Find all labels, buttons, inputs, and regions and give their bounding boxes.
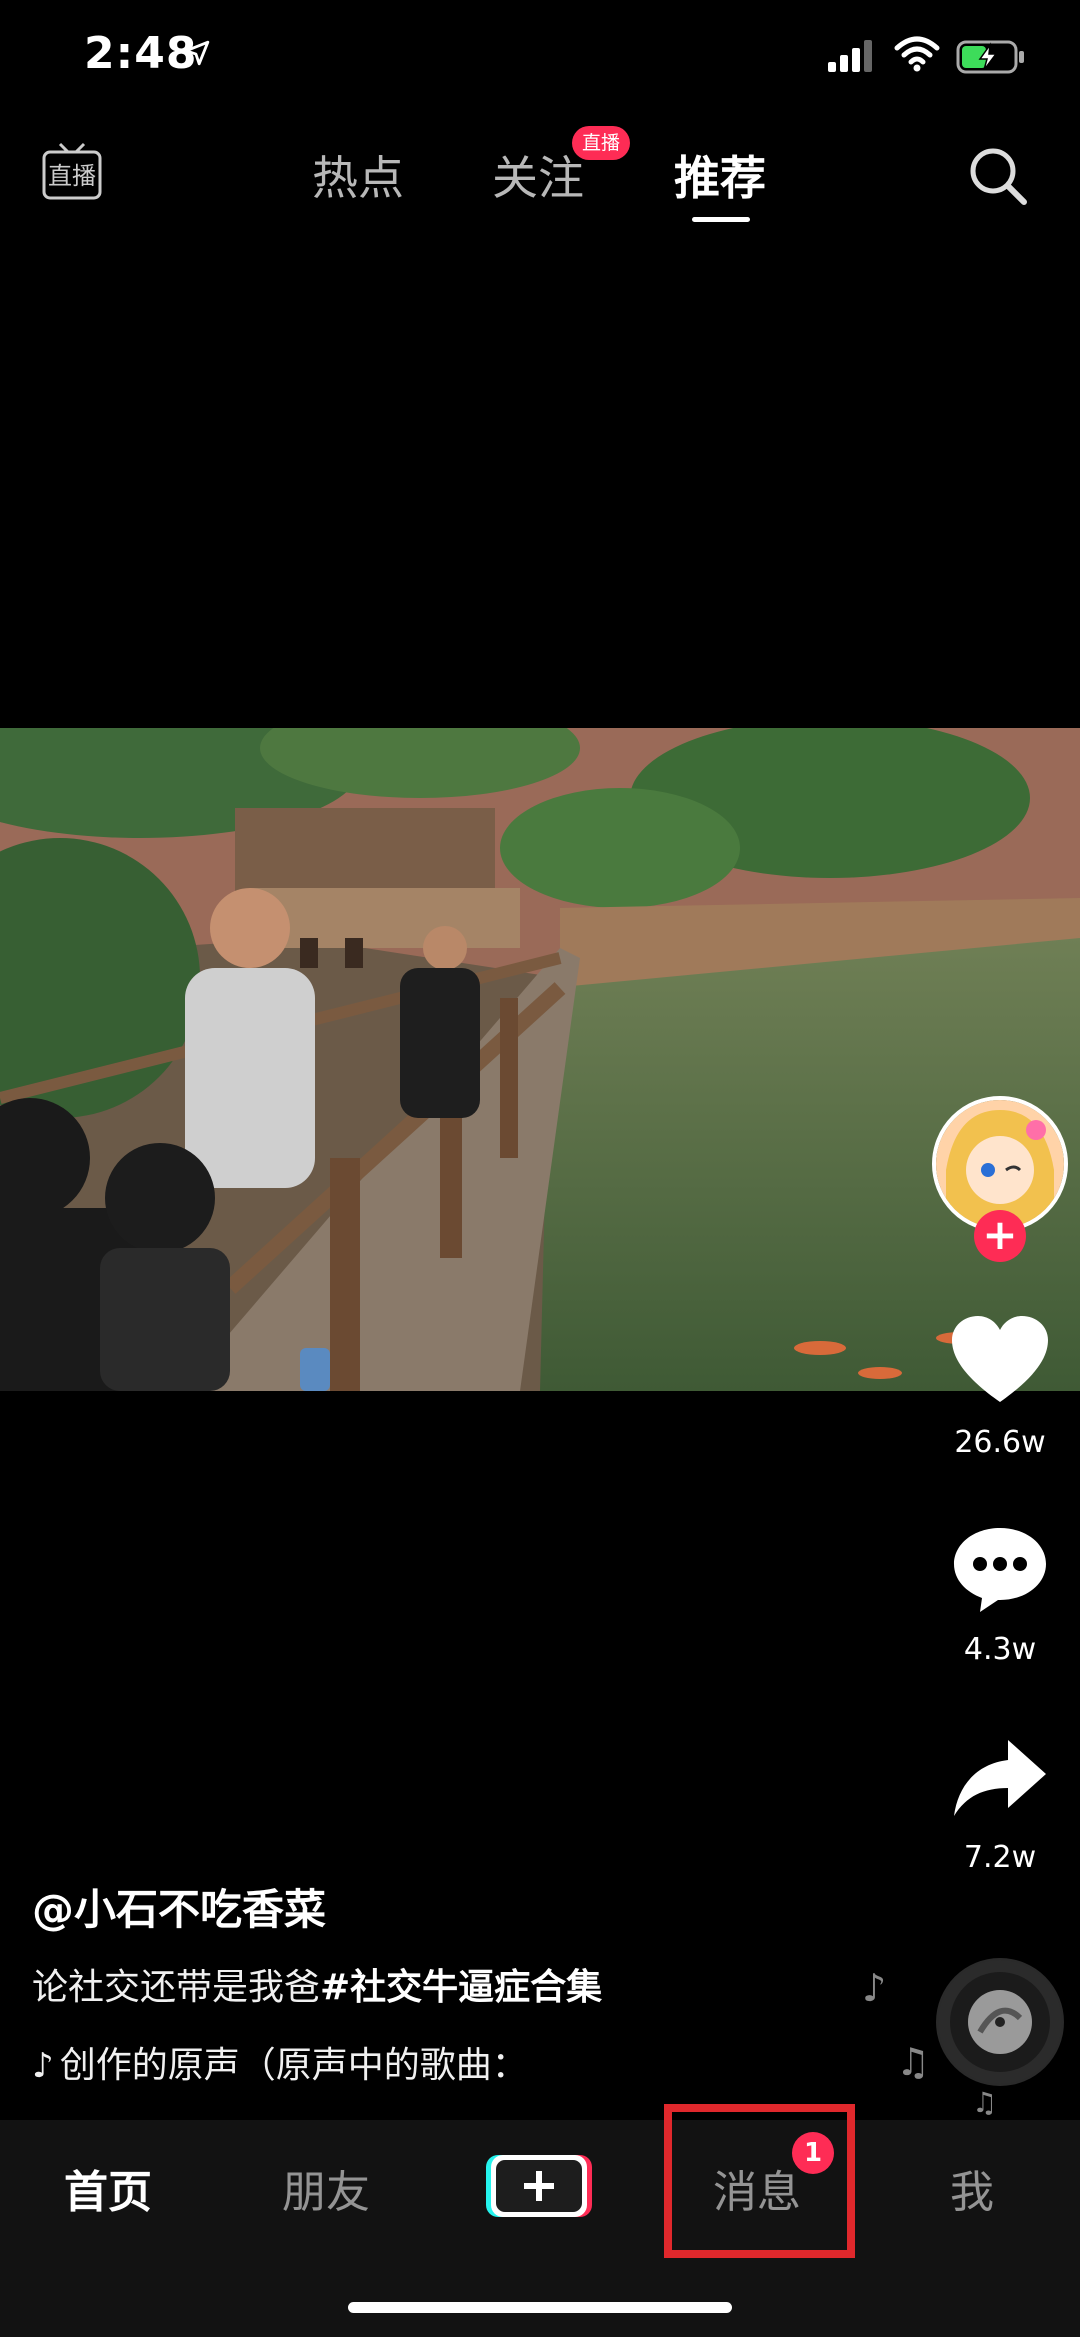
- live-entry-label: 直播: [48, 162, 96, 190]
- comment-icon[interactable]: [950, 1524, 1050, 1614]
- avatar-image: [936, 1100, 1064, 1228]
- music-note-icon: ♫: [972, 2086, 998, 2119]
- music-disc-button[interactable]: [936, 1958, 1064, 2086]
- video-frame-image: [0, 728, 1080, 1391]
- tab-recommend[interactable]: 推荐: [674, 142, 766, 208]
- video-player[interactable]: [0, 728, 1080, 1391]
- follow-author-button[interactable]: +: [974, 1210, 1026, 1262]
- music-note-icon: ♫: [896, 2040, 931, 2084]
- music-title: 创作的原声（原声中的歌曲：: [59, 2045, 528, 2086]
- wifi-icon: [894, 36, 940, 72]
- location-arrow-icon: [184, 40, 210, 66]
- vinyl-disc-icon: [938, 1960, 1062, 2084]
- like-count: 26.6w: [954, 1425, 1046, 1460]
- cellular-signal-icon: [828, 40, 872, 72]
- tab-me[interactable]: 我: [950, 2156, 994, 2220]
- tab-friends[interactable]: 朋友: [282, 2156, 370, 2220]
- tiktok-note-icon: ♪: [32, 2046, 54, 2086]
- follow-live-badge: 直播: [572, 126, 631, 160]
- music-info[interactable]: ♪ 创作的原声（原声中的歌曲：: [32, 2036, 528, 2088]
- search-icon[interactable]: [966, 144, 1030, 208]
- share-arrow-icon[interactable]: [950, 1736, 1050, 1820]
- tab-follow[interactable]: 关注: [492, 142, 584, 208]
- share-count: 7.2w: [963, 1840, 1037, 1875]
- tab-hot[interactable]: 热点: [312, 142, 404, 208]
- comment-count: 4.3w: [963, 1632, 1037, 1667]
- hashtag-link[interactable]: #社交牛逼症合集: [320, 1967, 602, 2008]
- highlight-box: [664, 2104, 855, 2258]
- live-entry-button[interactable]: 直播: [42, 140, 102, 202]
- description-text: 论社交还带是我爸: [32, 1967, 321, 2008]
- status-time: 2:48: [84, 28, 198, 79]
- author-handle[interactable]: @小石不吃香菜: [32, 1876, 326, 1937]
- home-indicator: [348, 2302, 732, 2313]
- music-note-icon: ♪: [862, 1966, 887, 2010]
- heart-icon[interactable]: [950, 1314, 1050, 1406]
- tab-home[interactable]: 首页: [64, 2156, 152, 2220]
- battery-charging-icon: [956, 40, 1024, 74]
- create-video-button[interactable]: [486, 2151, 592, 2221]
- video-description: 论社交还带是我爸#社交牛逼症合集: [32, 1958, 602, 2010]
- active-tab-indicator: [692, 217, 750, 222]
